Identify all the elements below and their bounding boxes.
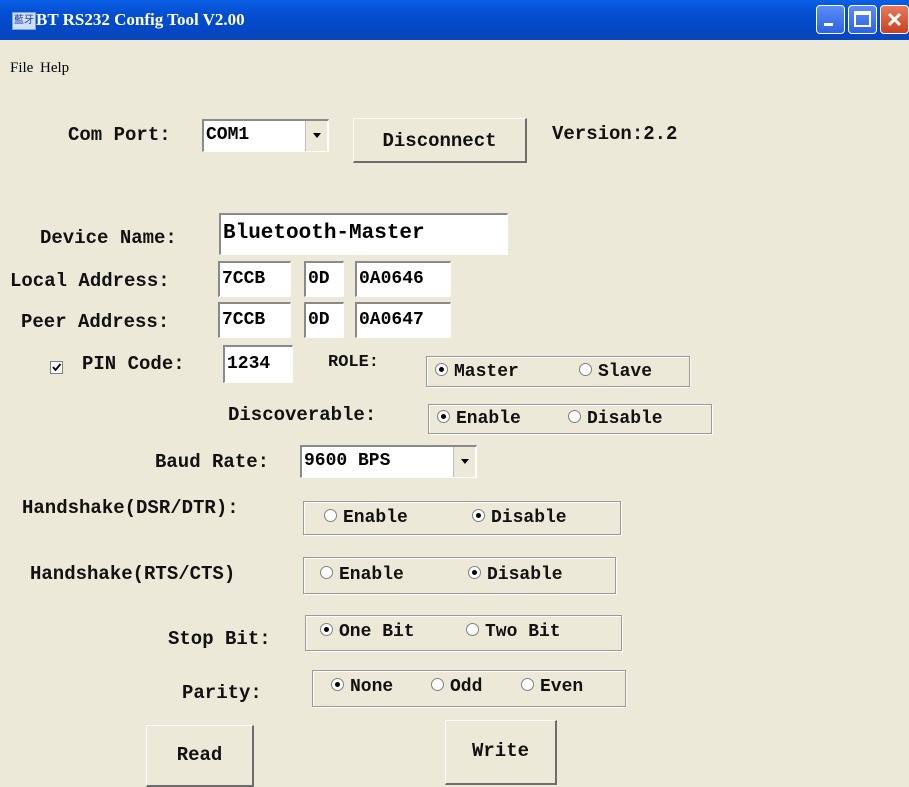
- minimize-icon: [824, 23, 833, 26]
- peer-address-uap[interactable]: 0D: [304, 302, 344, 338]
- parity-none-radio[interactable]: None: [331, 677, 393, 697]
- handshake-rts-disable-radio[interactable]: Disable: [468, 565, 563, 585]
- stop-bit-one-radio[interactable]: One Bit: [320, 622, 415, 642]
- parity-even-label: Even: [540, 677, 584, 697]
- handshake-rts-enable-label: Enable: [339, 565, 404, 585]
- parity-odd-label: Odd: [450, 677, 483, 697]
- stop-bit-two-label: Two Bit: [485, 622, 561, 642]
- maximize-icon: [854, 11, 871, 27]
- local-address-nap[interactable]: 7CCB: [218, 261, 291, 297]
- pin-code-input[interactable]: 1234: [223, 345, 293, 383]
- stop-bit-one-label: One Bit: [339, 622, 415, 642]
- com-port-label: Com Port:: [68, 124, 171, 146]
- local-address-uap[interactable]: 0D: [304, 261, 344, 297]
- baud-rate-label: Baud Rate:: [155, 451, 270, 473]
- role-label: ROLE:: [328, 353, 380, 372]
- handshake-rts-group: Enable Disable: [303, 557, 616, 594]
- stop-bit-two-radio[interactable]: Two Bit: [466, 622, 561, 642]
- menu-help[interactable]: Help: [40, 60, 69, 77]
- handshake-dsr-group: Enable Disable: [303, 501, 621, 535]
- radio-unselected-icon: [320, 565, 333, 579]
- check-icon: [52, 363, 62, 372]
- menu-file[interactable]: File: [10, 60, 33, 77]
- radio-selected-icon: [472, 508, 485, 522]
- peer-address-nap[interactable]: 7CCB: [218, 302, 291, 338]
- peer-address-label: Peer Address:: [21, 311, 170, 333]
- parity-none-label: None: [350, 677, 394, 697]
- chevron-down-icon[interactable]: [305, 121, 327, 151]
- handshake-dsr-disable-radio[interactable]: Disable: [472, 508, 567, 528]
- discoverable-label: Discoverable:: [228, 404, 377, 426]
- role-master-radio[interactable]: Master: [435, 362, 519, 382]
- discoverable-enable-radio[interactable]: Enable: [437, 409, 521, 429]
- handshake-rts-disable-label: Disable: [487, 565, 563, 585]
- app-window: 藍牙 BT RS232 Config Tool V2.00 File Help …: [0, 0, 909, 787]
- radio-selected-icon: [331, 677, 344, 691]
- radio-unselected-icon: [568, 409, 581, 423]
- radio-unselected-icon: [521, 677, 534, 691]
- radio-unselected-icon: [324, 508, 337, 522]
- role-slave-radio[interactable]: Slave: [579, 362, 652, 382]
- parity-even-radio[interactable]: Even: [521, 677, 583, 697]
- local-address-lap[interactable]: 0A0646: [355, 261, 451, 297]
- close-icon: [887, 12, 902, 27]
- radio-selected-icon: [437, 409, 450, 423]
- handshake-rts-label: Handshake(RTS/CTS): [30, 563, 236, 585]
- com-port-value: COM1: [206, 125, 250, 145]
- handshake-dsr-disable-label: Disable: [491, 508, 567, 528]
- pin-code-label: PIN Code:: [82, 353, 185, 375]
- discoverable-enable-label: Enable: [456, 409, 521, 429]
- local-address-label: Local Address:: [10, 270, 170, 292]
- handshake-dsr-enable-radio[interactable]: Enable: [324, 508, 408, 528]
- radio-selected-icon: [435, 362, 448, 376]
- write-button[interactable]: Write: [445, 720, 557, 785]
- maximize-button[interactable]: [848, 5, 877, 34]
- minimize-button[interactable]: [816, 5, 845, 34]
- radio-unselected-icon: [579, 362, 592, 376]
- peer-address-lap[interactable]: 0A0647: [355, 302, 451, 338]
- stop-bit-label: Stop Bit:: [168, 628, 271, 650]
- close-button[interactable]: [880, 5, 909, 34]
- handshake-dsr-enable-label: Enable: [343, 508, 408, 528]
- stop-bit-group: One Bit Two Bit: [305, 615, 622, 651]
- menu-help-label: Help: [40, 60, 70, 76]
- device-name-input[interactable]: Bluetooth-Master: [219, 213, 508, 255]
- pin-code-checkbox[interactable]: [50, 361, 63, 374]
- device-name-label: Device Name:: [40, 227, 177, 249]
- version-label: Version:2.2: [552, 123, 678, 145]
- window-title: BT RS232 Config Tool V2.00: [36, 10, 245, 29]
- handshake-dsr-label: Handshake(DSR/DTR):: [22, 497, 239, 519]
- menu-bar: File Help: [0, 40, 909, 90]
- parity-label: Parity:: [182, 682, 262, 704]
- parity-group: None Odd Even: [312, 670, 626, 707]
- read-button[interactable]: Read: [146, 725, 254, 787]
- discoverable-disable-radio[interactable]: Disable: [568, 409, 663, 429]
- baud-rate-select[interactable]: 9600 BPS: [300, 445, 477, 478]
- disconnect-button[interactable]: Disconnect: [353, 118, 527, 163]
- radio-unselected-icon: [466, 622, 479, 636]
- com-port-select[interactable]: COM1: [202, 119, 329, 152]
- role-master-label: Master: [454, 362, 519, 382]
- radio-selected-icon: [320, 622, 333, 636]
- app-icon: 藍牙: [12, 12, 36, 30]
- radio-unselected-icon: [431, 677, 444, 691]
- discoverable-disable-label: Disable: [587, 409, 663, 429]
- title-bar[interactable]: 藍牙 BT RS232 Config Tool V2.00: [0, 0, 909, 40]
- role-group: Master Slave: [426, 356, 690, 387]
- menu-file-label: File: [10, 60, 34, 76]
- baud-rate-value: 9600 BPS: [304, 451, 391, 471]
- role-slave-label: Slave: [598, 362, 653, 382]
- parity-odd-radio[interactable]: Odd: [431, 677, 482, 697]
- chevron-down-icon[interactable]: [453, 447, 475, 477]
- radio-selected-icon: [468, 565, 481, 579]
- handshake-rts-enable-radio[interactable]: Enable: [320, 565, 404, 585]
- discoverable-group: Enable Disable: [428, 404, 712, 434]
